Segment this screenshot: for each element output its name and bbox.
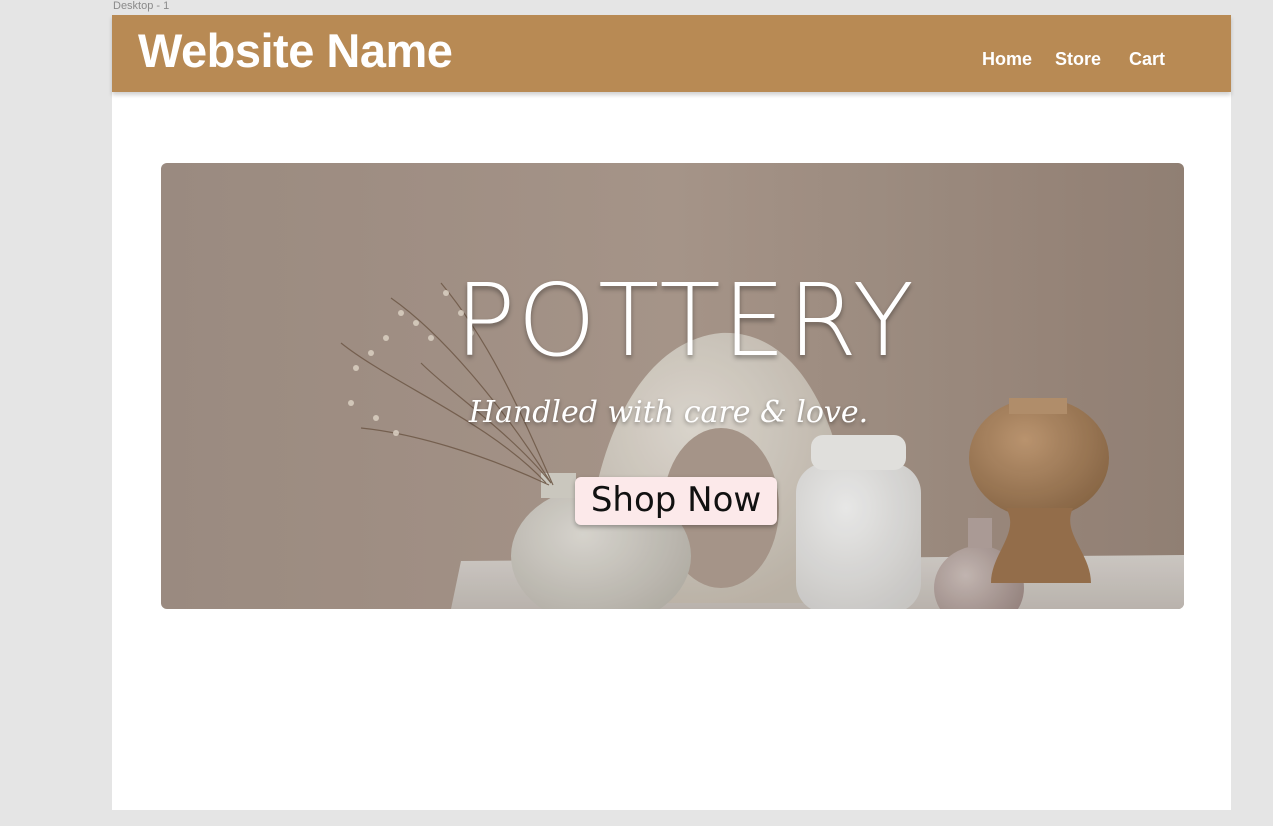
nav-cart-link[interactable]: Cart (1129, 48, 1165, 70)
nav-store-link[interactable]: Store (1055, 48, 1101, 70)
hero-subtitle: Handled with care & love. (468, 395, 869, 430)
site-header: Website Name Home Store Cart (112, 15, 1231, 92)
shop-now-button[interactable]: Shop Now (575, 477, 777, 525)
desktop-frame: Website Name Home Store Cart POTTERY Han… (112, 15, 1231, 810)
hero-title: POTTERY (455, 262, 916, 379)
hero-banner: POTTERY Handled with care & love. Shop N… (161, 163, 1184, 609)
frame-label: Desktop - 1 (113, 0, 170, 12)
nav-home-link[interactable]: Home (982, 48, 1032, 70)
site-name[interactable]: Website Name (138, 23, 453, 79)
main-nav: Home Store Cart (982, 48, 1165, 70)
hero-background-image (161, 163, 1184, 609)
